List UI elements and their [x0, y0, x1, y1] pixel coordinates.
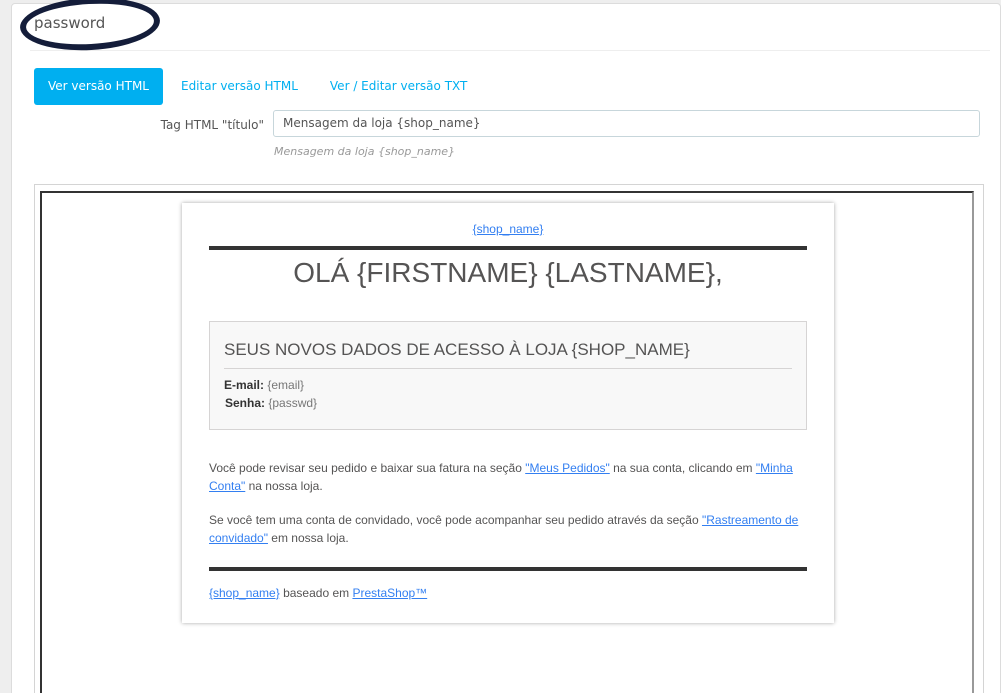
password-row: Senha: {passwd}	[225, 396, 317, 410]
email-template-panel: password Ver versão HTML Editar versão H…	[11, 0, 1001, 693]
footer-powered-text: baseado em	[279, 586, 353, 600]
title-tag-help: Mensagem da loja {shop_name}	[274, 145, 456, 158]
title-tag-input[interactable]: Mensagem da loja {shop_name}	[273, 110, 980, 137]
email-preview-frame[interactable]: {shop_name} OLÁ {FIRSTNAME} {LASTNAME}, …	[40, 191, 974, 693]
panel-heading: password	[18, 0, 990, 54]
orders-text-3: na nossa loja.	[245, 479, 323, 493]
bottom-rule	[209, 567, 807, 571]
top-rule	[209, 246, 807, 250]
credentials-divider	[224, 368, 792, 369]
footer-shop-link[interactable]: {shop_name}	[209, 586, 280, 600]
version-tabs: Ver versão HTML Editar versão HTML Ver /…	[34, 68, 485, 105]
orders-paragraph: Você pode revisar seu pedido e baixar su…	[209, 459, 807, 495]
credentials-title: SEUS NOVOS DADOS DE ACESSO À LOJA {SHOP_…	[224, 340, 690, 359]
email-value: {email}	[267, 378, 305, 392]
email-label: E-mail:	[224, 378, 265, 392]
shop-link-row: {shop_name}	[182, 222, 834, 236]
email-preview-container: {shop_name} OLÁ {FIRSTNAME} {LASTNAME}, …	[34, 184, 984, 693]
password-label: Senha:	[225, 396, 266, 410]
guest-text-1: Se você tem uma conta de convidado, você…	[209, 513, 702, 527]
guest-tracking-paragraph: Se você tem uma conta de convidado, você…	[209, 511, 807, 547]
tab-view-edit-txt[interactable]: Ver / Editar versão TXT	[316, 68, 481, 105]
my-orders-link[interactable]: "Meus Pedidos"	[525, 461, 610, 475]
greeting-heading: OLÁ {FIRSTNAME} {LASTNAME},	[293, 257, 723, 288]
title-tag-label: Tag HTML "título"	[160, 118, 264, 132]
shop-name-link[interactable]: {shop_name}	[473, 222, 544, 236]
tab-edit-html[interactable]: Editar versão HTML	[167, 68, 312, 105]
email-body: {shop_name} OLÁ {FIRSTNAME} {LASTNAME}, …	[182, 203, 834, 623]
email-row: E-mail: {email}	[224, 378, 304, 392]
orders-text-2: na sua conta, clicando em	[609, 461, 756, 475]
orders-text-1: Você pode revisar seu pedido e baixar su…	[209, 461, 526, 475]
email-footer: {shop_name} baseado em PrestaShop™	[209, 586, 427, 600]
panel-title: password	[34, 14, 106, 32]
tab-view-html[interactable]: Ver versão HTML	[34, 68, 163, 105]
guest-text-2: em nossa loja.	[267, 531, 349, 545]
prestashop-link[interactable]: PrestaShop™	[352, 586, 427, 600]
credentials-box: SEUS NOVOS DADOS DE ACESSO À LOJA {SHOP_…	[209, 321, 807, 430]
password-value: {passwd}	[268, 396, 318, 410]
